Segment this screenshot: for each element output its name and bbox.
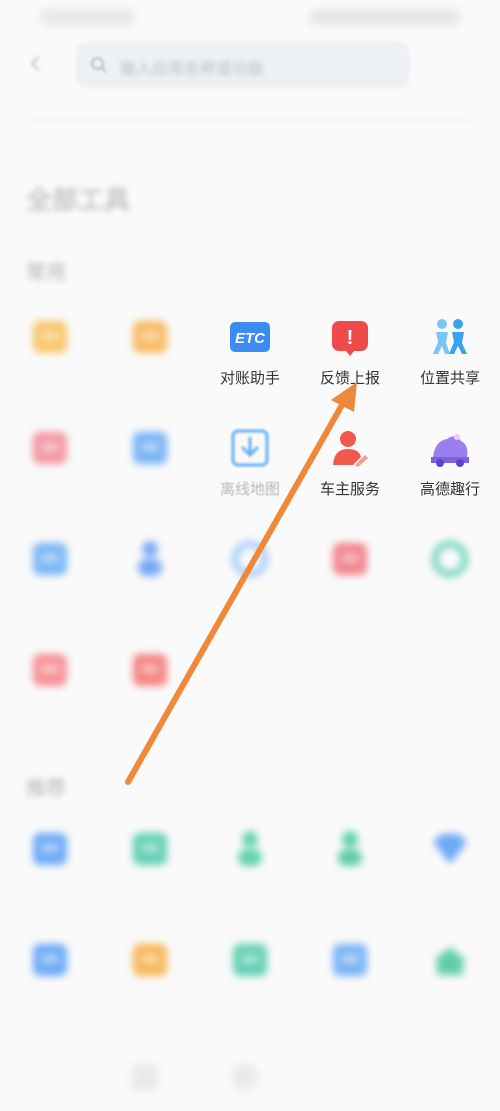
notebook-icon [133, 654, 167, 686]
run-icon [338, 831, 362, 866]
people-icon [433, 319, 467, 354]
status-bar [0, 0, 500, 36]
thermometer-icon [33, 432, 67, 464]
tool-item-section2-1-1[interactable] [100, 931, 200, 1031]
etc-icon: ETC [230, 322, 270, 352]
bag-icon [33, 321, 67, 353]
tool-item-label: 离线地图 [219, 480, 280, 498]
nav-back-icon[interactable] [132, 1064, 158, 1090]
tool-item-section2-1-2[interactable] [200, 931, 300, 1031]
document-icon [33, 543, 67, 575]
bottom-nav [0, 1050, 500, 1111]
tool-item-download-map[interactable]: 离线地图 [200, 419, 300, 519]
tool-item-section1-0-1[interactable] [100, 308, 200, 408]
tool-item-section2-1-3[interactable] [300, 931, 400, 1031]
house-icon [433, 947, 467, 975]
tool-item-section1-2-3[interactable] [300, 530, 400, 630]
user-icon [333, 431, 368, 467]
tool-item-label: 车主服务 [319, 480, 380, 498]
tool-item-section1-3-0[interactable] [0, 641, 100, 741]
section-title-common: 常用 [26, 260, 66, 284]
tool-item-section1-2-1[interactable] [100, 530, 200, 630]
folder-icon [133, 944, 167, 976]
section-title-recommend: 推荐 [26, 776, 66, 800]
alert-icon: ! [332, 321, 368, 356]
tool-item-section1-1-0[interactable] [0, 419, 100, 519]
flag-icon [33, 944, 67, 976]
tool-item-section2-0-2[interactable] [200, 820, 300, 920]
tool-item-section2-0-1[interactable] [100, 820, 200, 920]
svg-text:ETC: ETC [235, 330, 266, 347]
status-bar-left [40, 9, 135, 25]
ticket-icon [33, 654, 67, 686]
search-icon [91, 57, 107, 73]
page-title: 全部工具 [26, 186, 131, 216]
tool-item-user[interactable]: 车主服务 [300, 419, 400, 519]
download-map-icon [231, 429, 269, 467]
tool-item-alert[interactable]: ! 反馈上报 [300, 308, 400, 408]
tool-item-label: 反馈上报 [319, 369, 380, 387]
walker-icon [238, 831, 262, 866]
card-icon [33, 833, 67, 865]
car-icon [431, 434, 469, 467]
search-input[interactable]: 输入应用名称或功能 [76, 42, 410, 88]
tool-item-section1-1-1[interactable] [100, 419, 200, 519]
tool-item-label: 对账助手 [219, 369, 280, 387]
globe-icon [232, 541, 268, 577]
camera-icon [133, 432, 167, 464]
tool-item-people[interactable]: 位置共享 [400, 308, 500, 408]
tool-item-section1-2-4[interactable] [400, 530, 500, 630]
headset-icon [432, 541, 468, 577]
tool-item-section2-1-4[interactable] [400, 931, 500, 1031]
diamond-icon [433, 834, 467, 864]
tool-item-car[interactable]: 高德趣行 [400, 419, 500, 519]
tool-item-section2-0-3[interactable] [300, 820, 400, 920]
chat-icon [333, 944, 367, 976]
photo-icon [233, 944, 267, 976]
tool-item-label: 位置共享 [419, 369, 480, 387]
tool-item-section2-1-0[interactable] [0, 931, 100, 1031]
person-icon [138, 541, 162, 576]
divider [30, 120, 470, 122]
search-placeholder: 输入应用名称或功能 [120, 59, 265, 78]
tool-item-label: 高德趣行 [419, 480, 480, 498]
heart-box-icon [333, 543, 367, 575]
tool-item-section1-2-2[interactable] [200, 530, 300, 630]
back-icon[interactable]: ‹ [28, 45, 58, 82]
tool-item-section2-0-0[interactable] [0, 820, 100, 920]
tool-item-etc[interactable]: ETC 对账助手 [200, 308, 300, 408]
tool-item-section1-2-0[interactable] [0, 530, 100, 630]
nav-home-icon[interactable] [232, 1064, 258, 1090]
svg-text:!: ! [347, 327, 354, 349]
tv-icon [133, 833, 167, 865]
wallet-icon [133, 321, 167, 353]
search-header: ‹ 输入应用名称或功能 [0, 40, 500, 92]
status-bar-right [310, 9, 460, 25]
tool-item-section1-3-1[interactable] [100, 641, 200, 741]
tool-item-section2-0-4[interactable] [400, 820, 500, 920]
tool-item-section1-0-0[interactable] [0, 308, 100, 408]
